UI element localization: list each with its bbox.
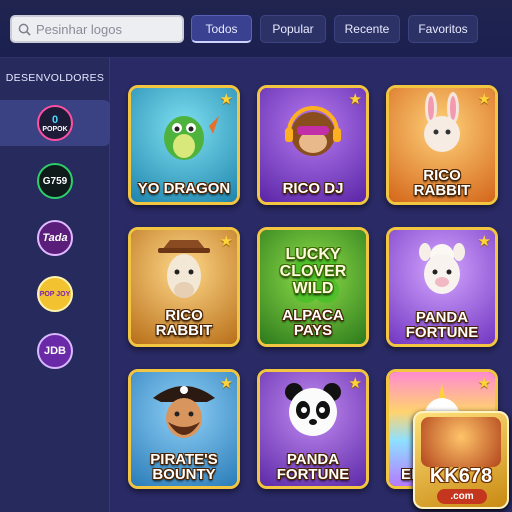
brand-domain: .com [437,489,487,504]
favorite-star-icon[interactable]: ★ [349,374,362,392]
favorite-star-icon[interactable]: ★ [220,90,233,108]
kk678-brand-logo: KK678 .com [413,411,509,509]
alpaca-icon [419,243,465,294]
game-card-yo-dragon[interactable]: ★ YO DRAGON [128,85,240,205]
game-card-pirates-bounty[interactable]: ★ PIRATE'S BOUNTY [128,369,240,489]
g759-logo: G759 [37,163,73,199]
game-title: RICO RABBIT [155,307,213,339]
game-card-alpaca-pays[interactable]: LUCKY CLOVER WILD ALPACA PAYS [257,227,369,347]
rabbit-icon [424,92,460,152]
search-input[interactable] [36,21,176,37]
favorite-star-icon[interactable]: ★ [220,374,233,392]
game-card-rico-rabbit-alpaca[interactable]: ★ RICO RABBIT [128,227,240,347]
provider-g759[interactable]: G759 [0,158,110,204]
brand-mascot-icon [421,417,501,467]
popjoy-logo: POP JOY [37,276,73,312]
dragon-icon [164,116,219,160]
tab-popular[interactable]: Popular [260,15,326,43]
filter-tabs: Todos Popular Recente Favoritos [191,15,478,43]
provider-jdb[interactable]: JDB [0,328,110,374]
search-box[interactable] [10,15,184,43]
provider-popjoy[interactable]: POP JOY [0,271,110,317]
game-headline: LUCKY CLOVER WILD [279,246,347,297]
favorite-star-icon[interactable]: ★ [349,90,362,108]
sidebar-title: DESENVOLDORES [5,72,105,84]
provider-tada[interactable]: Tada [0,215,110,261]
favorite-star-icon[interactable]: ★ [478,90,491,108]
game-title: RICO DJ [282,180,344,197]
favorite-star-icon[interactable]: ★ [478,374,491,392]
game-title: ALPACA PAYS [282,307,344,339]
game-title: PANDA FORTUNE [276,451,350,483]
game-card-rico-rabbit[interactable]: ★ RICO RABBIT [386,85,498,205]
game-card-rico-dj[interactable]: ★ RICO DJ [257,85,369,205]
top-bar: Todos Popular Recente Favoritos [0,0,512,58]
alpaca-icon [158,240,210,298]
providers-sidebar: DESENVOLDORES 0 POPOK G759 Tada POP JOY … [0,58,110,512]
game-title: PANDA FORTUNE [405,309,479,341]
game-title: RICO RABBIT [413,167,471,199]
search-icon [18,23,31,36]
game-title: PIRATE'S BOUNTY [150,451,218,483]
popok-logo: 0 POPOK [37,105,73,141]
game-title: YO DRAGON [137,180,231,197]
provider-popok[interactable]: 0 POPOK [0,100,110,146]
game-card-panda-fortune-alpaca[interactable]: ★ PANDA FORTUNE [386,227,498,347]
panda-icon [285,383,341,436]
favorite-star-icon[interactable]: ★ [478,232,491,250]
brand-name: KK678 [429,465,493,487]
tab-todos[interactable]: Todos [191,15,252,43]
monkey-dj-icon [285,106,341,156]
tab-favoritos[interactable]: Favoritos [408,15,478,43]
game-card-panda-fortune[interactable]: ★ PANDA FORTUNE [257,369,369,489]
pirate-icon [153,386,215,438]
favorite-star-icon[interactable]: ★ [220,232,233,250]
tada-logo: Tada [37,220,73,256]
tab-recente[interactable]: Recente [334,15,400,43]
jdb-logo: JDB [37,333,73,369]
